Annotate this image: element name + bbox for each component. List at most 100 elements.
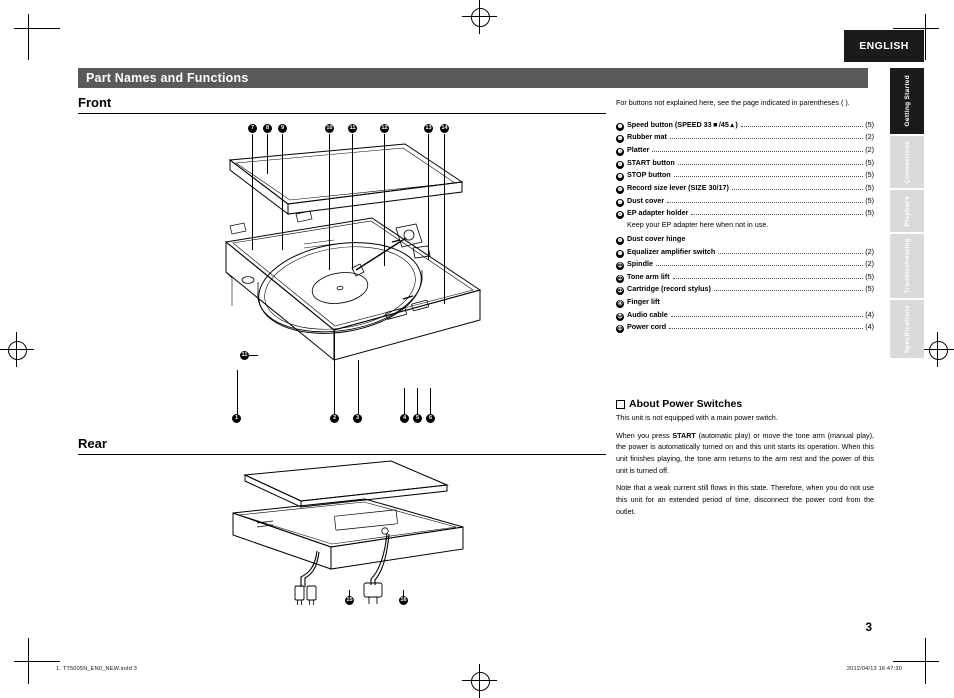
callout-7: 7 xyxy=(248,124,257,133)
list-item: ➅ Power cord (4) xyxy=(616,321,874,334)
item-page: (2) xyxy=(865,246,874,256)
item-number: ❽ xyxy=(616,211,624,220)
callout-8: 8 xyxy=(263,124,272,133)
rear-view-illustration xyxy=(215,455,485,615)
leader-dots xyxy=(740,120,864,127)
about-p3: Note that a weak current still flows in … xyxy=(616,483,874,516)
list-item: ➃ Finger lift xyxy=(616,296,874,309)
item-label: Finger lift xyxy=(627,297,660,307)
callout-10: 10 xyxy=(325,124,334,133)
item-number: ❶ xyxy=(616,122,624,131)
list-item: ❽ EP adapter holder (5) xyxy=(616,207,874,220)
page-title: Part Names and Functions xyxy=(86,71,249,85)
callout-11-alt: 11 xyxy=(240,351,249,360)
page-number: 3 xyxy=(865,620,872,634)
list-item: ❷ Rubber mat (2) xyxy=(616,131,874,144)
item-page: (5) xyxy=(865,119,874,129)
item-label: Speed button (SPEED 33 ■ /45 ▴ ) xyxy=(627,119,738,129)
list-item: ❸ Platter (2) xyxy=(616,144,874,157)
item-page: (5) xyxy=(865,195,874,205)
item-label: Dust cover xyxy=(627,195,665,205)
side-tab-connections[interactable]: Connections xyxy=(890,136,924,188)
leader-dots xyxy=(672,272,864,279)
callout-14: 14 xyxy=(440,124,449,133)
item-number: ❼ xyxy=(616,198,624,207)
callout-15: 15 xyxy=(345,596,354,605)
list-item: ❼ Dust cover (5) xyxy=(616,195,874,207)
item-label: Record size lever (SIZE 30/17) xyxy=(627,183,729,193)
leader-dots xyxy=(670,310,864,317)
language-tab-label: ENGLISH xyxy=(859,40,909,52)
item-page: (4) xyxy=(865,309,874,319)
item-page: (5) xyxy=(865,183,874,193)
item-number: ➀ xyxy=(616,262,624,271)
side-tab-label: Getting Started xyxy=(903,75,911,127)
parts-list: ❶ Speed button (SPEED 33 ■ /45 ▴ ) (5) ❷… xyxy=(616,119,874,334)
item-label: Rubber mat xyxy=(627,132,667,142)
item-page: (5) xyxy=(865,208,874,218)
leader-dots xyxy=(731,183,864,191)
item-page: (5) xyxy=(865,284,874,294)
right-column: For buttons not explained here, see the … xyxy=(616,98,874,334)
side-tab-getting-started[interactable]: Getting Started xyxy=(890,68,924,134)
leader-dots xyxy=(669,132,864,140)
item-label: Power cord xyxy=(627,322,667,332)
about-power-body: This unit is not equipped with a main po… xyxy=(616,412,874,517)
item-number: ❹ xyxy=(616,160,624,169)
item-page: (5) xyxy=(865,271,874,281)
item-page: (2) xyxy=(865,259,874,269)
item-label: Spindle xyxy=(627,259,653,269)
square-bullet-icon xyxy=(616,399,625,409)
item-label: Dust cover hinge xyxy=(627,233,686,243)
section-heading-rear: Rear xyxy=(78,436,107,451)
item-number: ➅ xyxy=(616,325,624,334)
side-tab-troubleshooting[interactable]: Troubleshooting xyxy=(890,234,924,298)
front-view-illustration xyxy=(200,130,500,415)
callout-3: 3 xyxy=(353,414,362,423)
callout-2: 2 xyxy=(330,414,339,423)
item-label: STOP button xyxy=(627,170,671,180)
section-heading-front: Front xyxy=(78,95,112,110)
leader-dots xyxy=(667,196,864,203)
list-item: ➂ Cartridge (record stylus) (5) xyxy=(616,283,874,296)
callout-16: 16 xyxy=(399,596,408,605)
leader-dots xyxy=(652,145,864,153)
about-p2-a: When you press xyxy=(616,430,673,440)
list-item: ❹ START button (5) xyxy=(616,157,874,169)
item-label: Equalizer amplifier switch xyxy=(627,246,716,256)
item-number: ➃ xyxy=(616,300,624,309)
about-power-heading-label: About Power Switches xyxy=(629,398,743,410)
side-tab-label: Playback xyxy=(903,195,911,227)
item-label: START button xyxy=(627,157,675,167)
page-title-bar: Part Names and Functions xyxy=(78,68,868,88)
side-tab-specifications[interactable]: Specifications xyxy=(890,300,924,358)
item-page: (2) xyxy=(865,145,874,155)
item-number: ❺ xyxy=(616,173,624,182)
intro-text: For buttons not explained here, see the … xyxy=(616,98,850,107)
item-label: EP adapter holder xyxy=(627,208,689,218)
item-number: ➄ xyxy=(616,312,624,321)
about-p1: This unit is not equipped with a main po… xyxy=(616,413,778,422)
side-tab-label: Specifications xyxy=(903,304,911,354)
about-power-heading: About Power Switches xyxy=(616,398,742,410)
language-tab: ENGLISH xyxy=(844,30,924,62)
list-item: ❺ STOP button (5) xyxy=(616,169,874,182)
leader-dots xyxy=(673,170,864,178)
item-number: ❷ xyxy=(616,135,624,144)
item-number: ❿ xyxy=(616,249,624,258)
leader-dots xyxy=(713,284,864,292)
leader-dots xyxy=(691,208,864,216)
manual-page: ENGLISH Getting Started Connections Play… xyxy=(0,0,954,698)
list-item: ❿ Equalizer amplifier switch (2) xyxy=(616,246,874,258)
callout-1: 1 xyxy=(232,414,241,423)
side-tab-playback[interactable]: Playback xyxy=(890,190,924,232)
list-item-note: Keep your EP adapter here when not in us… xyxy=(616,220,874,231)
item-label: Cartridge (record stylus) xyxy=(627,284,711,294)
item-label: Platter xyxy=(627,145,650,155)
leader-dots xyxy=(718,247,864,254)
callout-12: 12 xyxy=(380,124,389,133)
list-item: ❾ Dust cover hinge xyxy=(616,233,874,245)
item-note: Keep your EP adapter here when not in us… xyxy=(627,220,769,230)
list-item: ❶ Speed button (SPEED 33 ■ /45 ▴ ) (5) xyxy=(616,119,874,131)
item-page: (2) xyxy=(865,132,874,142)
